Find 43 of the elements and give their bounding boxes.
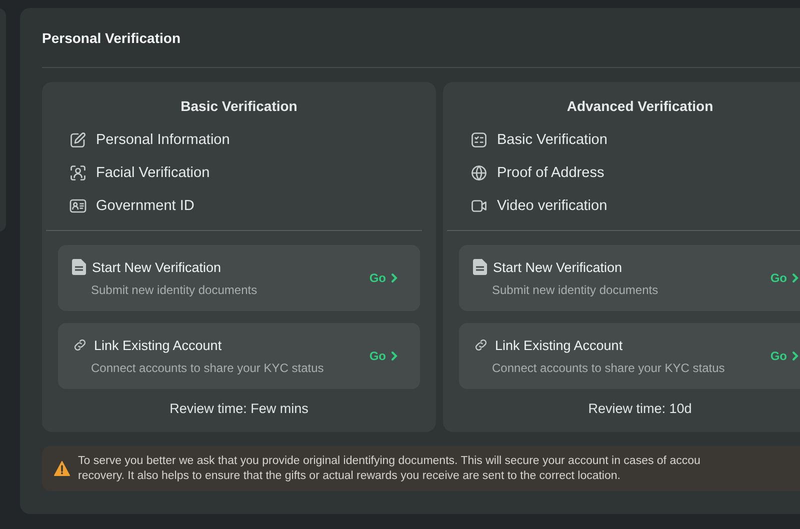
action-description: Submit new identity documents xyxy=(90,283,258,297)
action-title: Link Existing Account xyxy=(495,338,623,352)
feature-label: Personal Information xyxy=(96,132,230,148)
card-title: Basic Verification xyxy=(180,98,298,114)
action-card[interactable]: Link Existing Account Connect accounts to share your KYC status Go xyxy=(58,323,420,389)
chevron-right-icon xyxy=(391,351,398,361)
pencil-square-icon xyxy=(69,130,87,148)
globe-icon xyxy=(470,164,488,182)
face-scan-icon xyxy=(69,164,87,182)
panel-title: Personal Verification xyxy=(42,30,180,46)
link-icon xyxy=(473,337,489,353)
action-description: Submit new identity documents xyxy=(491,283,660,297)
action-title: Link Existing Account xyxy=(94,338,222,352)
go-button[interactable]: Go xyxy=(369,271,398,285)
go-button[interactable]: Go xyxy=(770,271,799,285)
action-card[interactable]: Start New Verification Submit new identity documents Go xyxy=(58,245,420,311)
checklist-icon xyxy=(470,130,488,148)
action-card[interactable]: Link Existing Account Connect accounts to share your KYC status Go xyxy=(459,323,800,389)
card-title: Advanced Verification xyxy=(566,98,714,114)
id-card-icon xyxy=(69,196,87,214)
action-title: Start New Verification xyxy=(493,260,622,274)
document-icon xyxy=(72,259,86,275)
chevron-right-icon xyxy=(792,351,799,361)
action-description: Connect accounts to share your KYC status xyxy=(491,361,726,375)
link-icon xyxy=(72,337,88,353)
action-description: Connect accounts to share your KYC status xyxy=(90,361,325,375)
feature-label: Government ID xyxy=(96,198,194,214)
chevron-right-icon xyxy=(391,273,398,283)
review-time: Review time: 10d xyxy=(588,401,692,416)
feature-label: Video verification xyxy=(497,198,608,214)
feature-label: Proof of Address xyxy=(497,164,604,180)
warning-icon xyxy=(54,461,70,476)
feature-label: Basic Verification xyxy=(497,132,608,148)
chevron-right-icon xyxy=(792,273,799,283)
notice-text: recovery. It also helps to ensure that the gifts or actual rewards you receive are sent to the correct location. xyxy=(78,470,622,482)
go-button[interactable]: Go xyxy=(770,349,799,363)
document-icon xyxy=(473,259,487,275)
feature-label: Facial Verification xyxy=(96,164,210,180)
action-card[interactable]: Start New Verification Submit new identity documents Go xyxy=(459,245,800,311)
notice-text: To serve you better we ask that you provide original identifying documents. This will secure your account in cases of accou xyxy=(78,455,700,467)
action-title: Start New Verification xyxy=(92,260,222,274)
go-button[interactable]: Go xyxy=(369,349,398,363)
review-time: Review time: Few mins xyxy=(170,401,308,416)
